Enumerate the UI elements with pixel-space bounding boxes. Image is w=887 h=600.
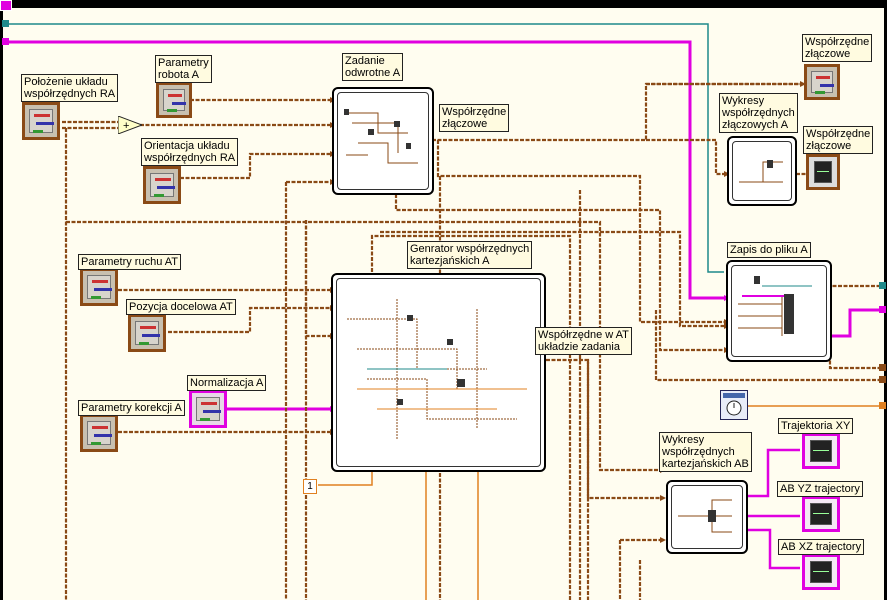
orientacja-label: Orientacja układu współrzędnych RA [141,138,239,166]
wspolrzedne-zlaczowe-graph[interactable] [806,154,840,190]
ab-xz-graph[interactable] [802,554,840,590]
parametry-ruchu-label: Parametry ruchu AT [78,254,181,270]
zadanie-odwrotne-subvi[interactable] [332,87,434,195]
generator-subvi[interactable] [331,273,546,472]
ab-yz-graph[interactable] [802,496,840,532]
wspolrzedne-zlaczowe-indicator[interactable] [804,64,840,100]
wykresy-zlaczowych-subvi[interactable] [727,136,797,206]
numeric-constant[interactable]: 1 [303,479,317,494]
block-diagram[interactable]: + Położenie układu współrzędnych RA Para… [0,0,887,600]
polozenie-label: Położenie układu współrzędnych RA [21,74,119,102]
wykresy-kartezjanskich-label: Wykresy współrzędnych kartezjańskich AB [659,432,752,472]
pozycja-docelowa-label: Pozycja docelowa AT [126,299,236,315]
right-tunnel-brown-1[interactable] [879,364,886,371]
wspolrzedne-zlaczowe-mid-label: Współrzędne złączowe [439,104,510,132]
svg-text:+: + [123,120,129,132]
wspolrzedne-w-at-label: Współrzędne w AT układzie zadania [535,327,632,355]
ab-yz-label: AB YZ trajectory [777,481,863,497]
stopwatch-icon[interactable] [720,390,748,420]
parametry-robota-label: Parametry robota A [155,55,212,83]
right-tunnel-orange[interactable] [879,402,886,409]
parametry-korekcji-label: Parametry korekcji A [78,400,185,416]
right-tunnel-pink[interactable] [879,306,886,313]
add-icon[interactable]: + [117,115,144,135]
zadanie-odwrotne-label: Zadanie odwrotne A [342,53,404,81]
zapis-do-pliku-subvi[interactable] [726,260,832,362]
generator-label: Genrator współrzędnych kartezjańskich A [407,241,533,269]
right-tunnel-teal[interactable] [879,282,886,289]
right-tunnel-brown-2[interactable] [879,376,886,383]
zapis-do-pliku-label: Zapis do pliku A [727,242,811,258]
wspolrzedne-zlaczowe-top-label: Współrzędne złączowe [802,34,873,62]
left-tunnel-teal[interactable] [2,20,9,27]
orientacja-control[interactable] [143,166,181,204]
trajektoria-xy-label: Trajektoria XY [778,418,854,434]
normalizacja-control[interactable] [189,390,227,428]
wykresy-zlaczowych-label: Wykresy współrzędnych złączowych A [719,93,798,133]
pozycja-docelowa-control[interactable] [128,314,166,352]
ab-xz-label: AB XZ trajectory [778,539,865,555]
left-tunnel-pink[interactable] [2,38,9,45]
parametry-robota-control[interactable] [156,82,192,118]
normalizacja-label: Normalizacja A [187,375,267,391]
parametry-ruchu-control[interactable] [80,268,118,306]
wykresy-kartezjanskich-subvi[interactable] [666,480,748,554]
wspolrzedne-zlaczowe-graph-label: Współrzędne złączowe [803,126,874,154]
polozenie-control[interactable] [22,102,60,140]
parametry-korekcji-control[interactable] [80,414,118,452]
trajektoria-xy-graph[interactable] [802,433,840,469]
